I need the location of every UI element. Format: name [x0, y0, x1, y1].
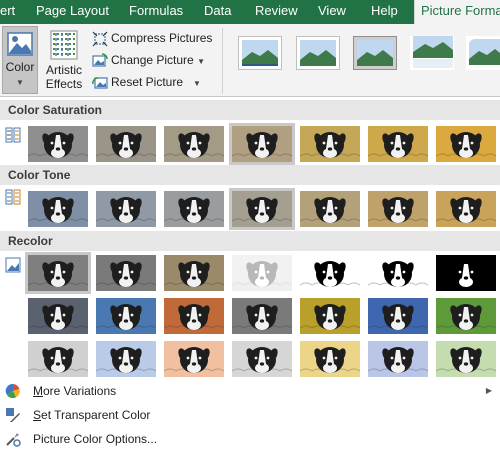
color-tone-icon	[5, 189, 21, 205]
color-label: Color	[5, 60, 35, 74]
recolor-row3-option-2[interactable]	[96, 341, 156, 377]
recolor-row3-option-7[interactable]	[436, 341, 496, 377]
saturation-option-6[interactable]	[368, 126, 428, 162]
artistic-effects-icon	[50, 30, 78, 63]
saturation-option-1[interactable]	[28, 126, 88, 162]
picture-style-4[interactable]	[410, 36, 454, 70]
tone-option-3[interactable]	[164, 191, 224, 227]
color-dropdown-panel: Color Saturation Color Tone Recolor More…	[0, 97, 500, 450]
recolor-row1-option-7[interactable]	[436, 255, 496, 291]
recolor-row2-option-4[interactable]	[232, 298, 292, 334]
compress-icon	[92, 31, 108, 47]
change-picture-label: Change Picture	[111, 53, 194, 67]
picture-style-3[interactable]	[353, 36, 397, 70]
color-saturation-icon	[5, 127, 21, 143]
recolor-row1-option-4[interactable]	[232, 255, 292, 291]
saturation-option-2[interactable]	[96, 126, 156, 162]
color-icon	[7, 32, 33, 60]
reset-picture-icon	[92, 77, 108, 89]
more-variations-accel: M	[33, 384, 43, 398]
recolor-row2-option-2[interactable]	[96, 298, 156, 334]
tab-review[interactable]: Review	[255, 0, 298, 24]
chevron-right-icon: ▶	[485, 386, 492, 395]
picture-color-options-label: Picture Color Options...	[33, 432, 158, 446]
picture-style-1[interactable]	[238, 36, 282, 70]
recolor-row1-option-3[interactable]	[164, 255, 224, 291]
set-transparent-accel: S	[33, 408, 42, 422]
recolor-row3-option-1[interactable]	[28, 341, 88, 377]
picture-color-options-item[interactable]: Picture Color Options...	[0, 427, 500, 451]
recolor-row2-option-3[interactable]	[164, 298, 224, 334]
tone-option-7[interactable]	[436, 191, 496, 227]
color-wheel-icon	[5, 383, 21, 399]
saturation-option-3[interactable]	[164, 126, 224, 162]
tab-page-layout[interactable]: Page Layout	[36, 0, 109, 24]
reset-picture-button[interactable]: Reset Picture ▼	[92, 72, 201, 92]
reset-picture-label: Reset Picture	[111, 75, 184, 89]
tone-option-6[interactable]	[368, 191, 428, 227]
recolor-icon	[5, 257, 21, 273]
more-variations-item[interactable]: More Variations ▶	[0, 379, 500, 403]
color-button[interactable]: Color ▼	[2, 26, 38, 94]
tone-option-1[interactable]	[28, 191, 88, 227]
tone-option-4[interactable]	[229, 188, 295, 230]
artistic-label-1: Artistic	[46, 63, 82, 77]
artistic-effects-button[interactable]: Artistic Effects ▼	[42, 26, 86, 104]
tone-option-2[interactable]	[96, 191, 156, 227]
chevron-down-icon: ▼	[193, 79, 201, 88]
recolor-row2-option-6[interactable]	[368, 298, 428, 334]
set-transparent-color-item[interactable]: Set Transparent Color	[0, 403, 500, 427]
change-picture-icon	[92, 53, 108, 67]
recolor-row1-option-1[interactable]	[25, 252, 91, 294]
chevron-down-icon: ▼	[16, 78, 24, 87]
saturation-option-5[interactable]	[300, 126, 360, 162]
recolor-row2-option-7[interactable]	[436, 298, 496, 334]
picture-style-2[interactable]	[296, 36, 340, 70]
recolor-row1-option-5[interactable]	[300, 255, 360, 291]
compress-pictures-button[interactable]: Compress Pictures	[92, 28, 212, 48]
recolor-row1-option-2[interactable]	[96, 255, 156, 291]
transparent-color-pen-icon	[5, 407, 21, 423]
more-variations-label: ore Variations	[43, 384, 117, 398]
tab-formulas[interactable]: Formulas	[129, 0, 183, 24]
recolor-row3-option-6[interactable]	[368, 341, 428, 377]
section-color-tone: Color Tone	[0, 165, 500, 185]
section-recolor: Recolor	[0, 231, 500, 251]
recolor-row3-option-4[interactable]	[232, 341, 292, 377]
tab-insert[interactable]: ert	[0, 0, 15, 24]
tone-option-5[interactable]	[300, 191, 360, 227]
tab-help[interactable]: Help	[371, 0, 398, 24]
tab-picture-format[interactable]: Picture Format	[414, 0, 500, 25]
section-color-saturation: Color Saturation	[0, 100, 500, 120]
saturation-option-4[interactable]	[229, 123, 295, 165]
compress-label: Compress Pictures	[111, 31, 213, 45]
recolor-row2-option-1[interactable]	[28, 298, 88, 334]
picture-color-options-icon	[5, 431, 21, 447]
recolor-row3-option-3[interactable]	[164, 341, 224, 377]
ribbon-tab-bar: ert Page Layout Formulas Data Review Vie…	[0, 0, 500, 25]
ribbon-picture-format: Color ▼ Artistic Effects ▼ Compress Pict…	[0, 24, 500, 104]
recolor-row3-option-5[interactable]	[300, 341, 360, 377]
picture-style-5[interactable]	[466, 36, 500, 70]
set-transparent-label: et Transparent Color	[41, 408, 151, 422]
recolor-row1-option-6[interactable]	[368, 255, 428, 291]
recolor-row2-option-5[interactable]	[300, 298, 360, 334]
chevron-down-icon: ▼	[197, 57, 205, 66]
ribbon-separator	[222, 28, 223, 94]
saturation-option-7[interactable]	[436, 126, 496, 162]
tab-view[interactable]: View	[318, 0, 346, 24]
change-picture-button[interactable]: Change Picture ▼	[92, 50, 205, 70]
tab-data[interactable]: Data	[204, 0, 231, 24]
